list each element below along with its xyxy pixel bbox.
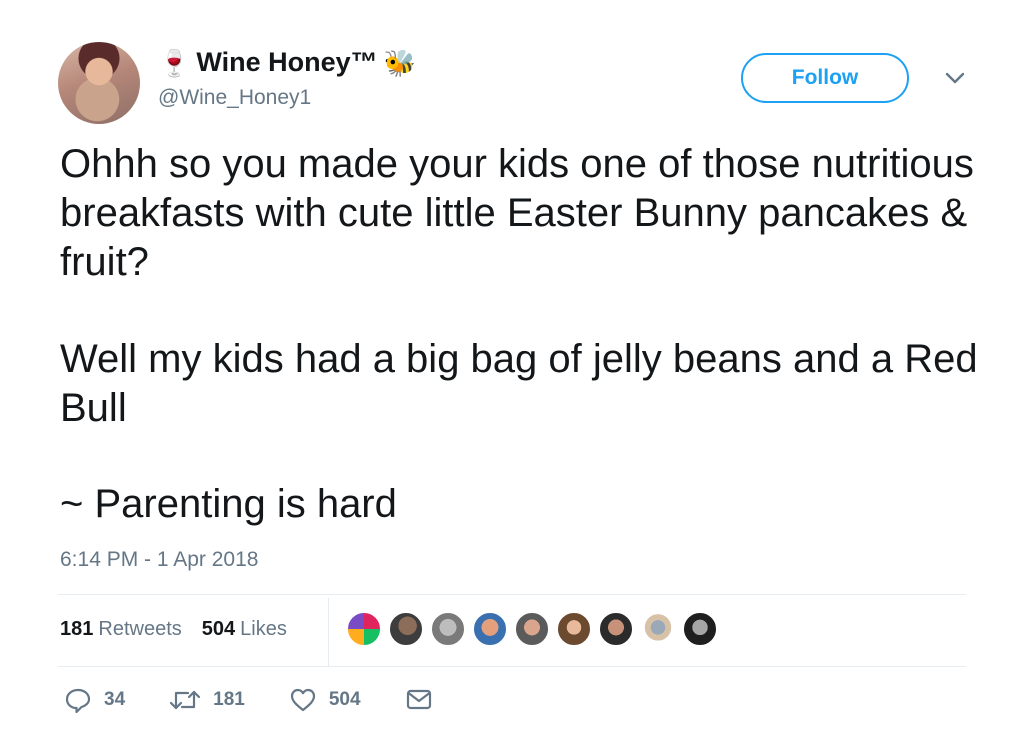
stats-separator — [328, 598, 329, 666]
tweet-timestamp[interactable]: 6:14 PM - 1 Apr 2018 — [60, 548, 258, 572]
liker-avatar[interactable] — [514, 611, 550, 647]
liker-avatar[interactable] — [640, 611, 676, 647]
likes-stat[interactable]: 504 Likes — [202, 618, 287, 641]
like-count: 504 — [328, 689, 361, 710]
heart-icon — [290, 688, 315, 712]
retweet-button[interactable]: 181 — [169, 686, 245, 714]
likes-label: Likes — [240, 618, 287, 640]
display-name[interactable]: Wine Honey™ — [196, 47, 377, 78]
liker-avatar[interactable] — [472, 611, 508, 647]
tweet-actions: 34 181 504 — [64, 686, 477, 714]
profile-avatar[interactable] — [58, 42, 140, 124]
display-name-row[interactable]: 🍷 Wine Honey™ 🐝 — [158, 47, 416, 78]
wine-glass-icon: 🍷 — [158, 47, 191, 78]
liker-avatar[interactable] — [430, 611, 466, 647]
like-button[interactable]: 504 — [289, 686, 361, 714]
retweets-count: 181 — [60, 618, 94, 640]
divider — [58, 594, 966, 595]
reply-button[interactable]: 34 — [64, 686, 125, 714]
liker-avatars — [346, 611, 724, 647]
message-icon — [406, 689, 431, 710]
retweets-stat[interactable]: 181 Retweets — [60, 618, 182, 641]
engagement-stats: 181 Retweets 504 Likes — [60, 618, 307, 641]
likes-count: 504 — [201, 618, 236, 640]
retweets-label: Retweets — [98, 618, 182, 640]
divider — [58, 666, 966, 667]
user-handle[interactable]: @Wine_Honey1 — [158, 86, 311, 110]
liker-avatar[interactable] — [598, 611, 634, 647]
reply-count: 34 — [104, 689, 126, 710]
liker-avatar[interactable] — [346, 611, 382, 647]
retweet-icon — [170, 690, 201, 710]
liker-avatar[interactable] — [682, 611, 718, 647]
bee-icon: 🐝 — [383, 47, 417, 78]
tweet-paragraph: Well my kids had a big bag of jelly bean… — [60, 337, 978, 430]
direct-message-button[interactable] — [405, 688, 433, 712]
tweet-paragraph: Ohhh so you made your kids one of those … — [60, 142, 974, 284]
tweet-paragraph: ~ Parenting is hard — [60, 482, 397, 526]
liker-avatar[interactable] — [388, 611, 424, 647]
liker-avatar[interactable] — [556, 611, 592, 647]
follow-button[interactable]: Follow — [741, 53, 909, 103]
reply-icon — [65, 688, 91, 714]
chevron-down-icon[interactable] — [944, 70, 966, 86]
retweet-count: 181 — [213, 689, 245, 710]
